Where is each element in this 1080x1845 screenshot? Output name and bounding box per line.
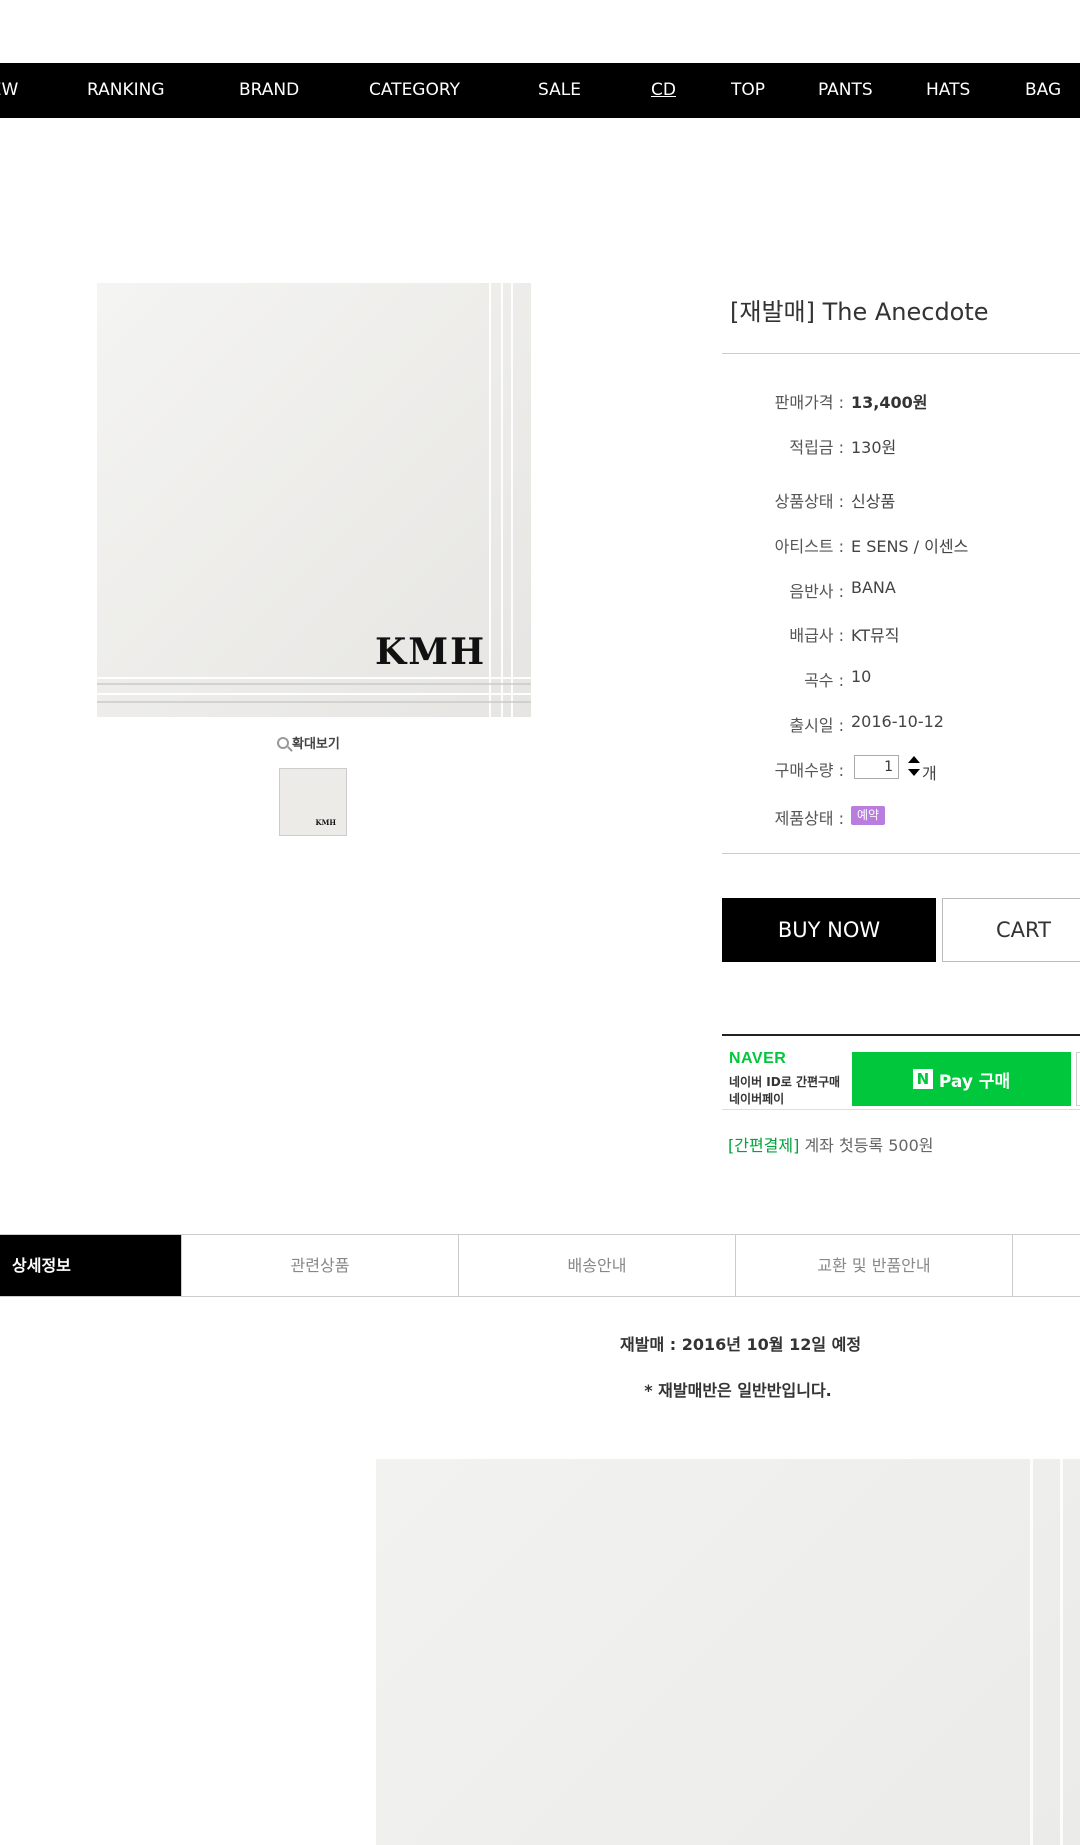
distributor-value: KT뮤직 [851, 626, 900, 645]
easy-payment-text: 계좌 첫등록 500원 [799, 1136, 934, 1155]
nav-item-sale[interactable]: SALE [538, 63, 581, 118]
naver-pay-box: NAVER 네이버 ID로 간편구매 네이버페이 N Pay 구매 [722, 1034, 1080, 1110]
nav-item-ranking[interactable]: RANKING [87, 63, 165, 118]
price-value: 13,400원 [851, 393, 928, 412]
quantity-stepper[interactable] [908, 754, 920, 780]
tab-exchange-return[interactable]: 교환 및 반품안내 [736, 1235, 1013, 1296]
naver-wish-button[interactable] [1076, 1052, 1080, 1106]
tracks-value: 10 [851, 667, 872, 686]
status-label: 제품상태 : [774, 809, 844, 828]
nav-item-hats[interactable]: HATS [926, 63, 970, 118]
divider [722, 353, 1080, 354]
info-row-artist: 아티스트 : E SENS / 이센스 [722, 533, 1080, 563]
info-row-distributor: 배급사 : KT뮤직 [722, 622, 1080, 652]
top-nav: NEW RANKING BRAND CATEGORY SALE CD TOP P… [0, 63, 1080, 118]
naver-pay-button[interactable]: N Pay 구매 [852, 1052, 1071, 1106]
easy-payment-tag: [간편결제] [728, 1136, 800, 1155]
info-row-points: 적립금 : 130원 [722, 434, 1080, 464]
detail-tabs: 상세정보 관련상품 배송안내 교환 및 반품안내 [0, 1234, 1080, 1297]
record-label-value: BANA [851, 578, 896, 597]
tracks-label: 곡수 : [804, 671, 844, 690]
info-row-quantity: 구매수량 : 1 개 [722, 754, 1080, 787]
release-label: 출시일 : [789, 716, 844, 735]
reissue-notice: 재발매 : 2016년 10월 12일 예정 [620, 1335, 862, 1354]
condition-value: 신상품 [851, 492, 896, 511]
arrow-down-icon[interactable] [908, 769, 920, 776]
info-row-tracks: 곡수 : 10 [722, 667, 1080, 697]
reissue-note: * 재발매반은 일반반입니다. [644, 1381, 832, 1400]
product-main-image[interactable]: KMH [97, 283, 531, 717]
nav-item-cd[interactable]: CD [651, 63, 676, 118]
zoom-label: 확대보기 [292, 737, 340, 752]
artist-label: 아티스트 : [774, 537, 844, 556]
tab-more[interactable] [1013, 1235, 1080, 1296]
kmh-embroidery-logo: KMH [375, 631, 487, 673]
divider [722, 853, 1080, 854]
detail-image [376, 1459, 1080, 1845]
naver-n-icon: N [912, 1069, 933, 1089]
artist-value: E SENS / 이센스 [851, 537, 969, 556]
thumb-logo: KMH [315, 818, 336, 827]
price-label: 판매가격 : [774, 393, 844, 412]
zoom-button[interactable]: 확대보기 [277, 733, 340, 752]
nav-item-pants[interactable]: PANTS [818, 63, 873, 118]
info-row-release: 출시일 : 2016-10-12 [722, 712, 1080, 742]
nav-item-top[interactable]: TOP [731, 63, 765, 118]
distributor-label: 배급사 : [789, 626, 844, 645]
arrow-up-icon[interactable] [908, 756, 920, 763]
record-label-label: 음반사 : [789, 582, 844, 601]
release-value: 2016-10-12 [851, 712, 944, 731]
quantity-label: 구매수량 : [774, 761, 844, 780]
nav-item-bag[interactable]: BAG [1025, 63, 1061, 118]
quantity-input[interactable]: 1 [854, 755, 899, 779]
quantity-unit: 개 [922, 764, 937, 783]
easy-payment-note: [간편결제] 계좌 첫등록 500원 [728, 1132, 934, 1156]
naver-subtitle: 네이버 ID로 간편구매 [729, 1075, 841, 1089]
nav-item-category[interactable]: CATEGORY [369, 63, 460, 118]
info-row-condition: 상품상태 : 신상품 [722, 488, 1080, 518]
tab-shipping[interactable]: 배송안내 [459, 1235, 736, 1296]
cart-button[interactable]: CART [942, 898, 1080, 962]
nav-item-brand[interactable]: BRAND [239, 63, 299, 118]
product-title: [재발매] The Anecdote [730, 298, 989, 326]
info-row-status: 제품상태 : 예약 [722, 805, 1080, 835]
status-badge: 예약 [851, 806, 886, 825]
info-row-price: 판매가격 : 13,400원 [722, 389, 1080, 419]
naver-subtitle-2: 네이버페이 [729, 1092, 785, 1106]
nav-item-new[interactable]: NEW [0, 63, 18, 118]
naver-pay-label: Pay 구매 [938, 1071, 1011, 1092]
points-label: 적립금 : [789, 438, 844, 457]
buy-now-button[interactable]: BUY NOW [722, 898, 936, 962]
condition-label: 상품상태 : [774, 492, 844, 511]
naver-logo: NAVER [729, 1050, 787, 1067]
tab-detail-info[interactable]: 상세정보 [0, 1235, 182, 1296]
tab-related[interactable]: 관련상품 [182, 1235, 459, 1296]
product-thumbnail[interactable]: KMH [279, 768, 347, 836]
info-row-label: 음반사 : BANA [722, 578, 1080, 608]
points-value: 130원 [851, 438, 897, 457]
magnifier-icon [277, 736, 289, 749]
